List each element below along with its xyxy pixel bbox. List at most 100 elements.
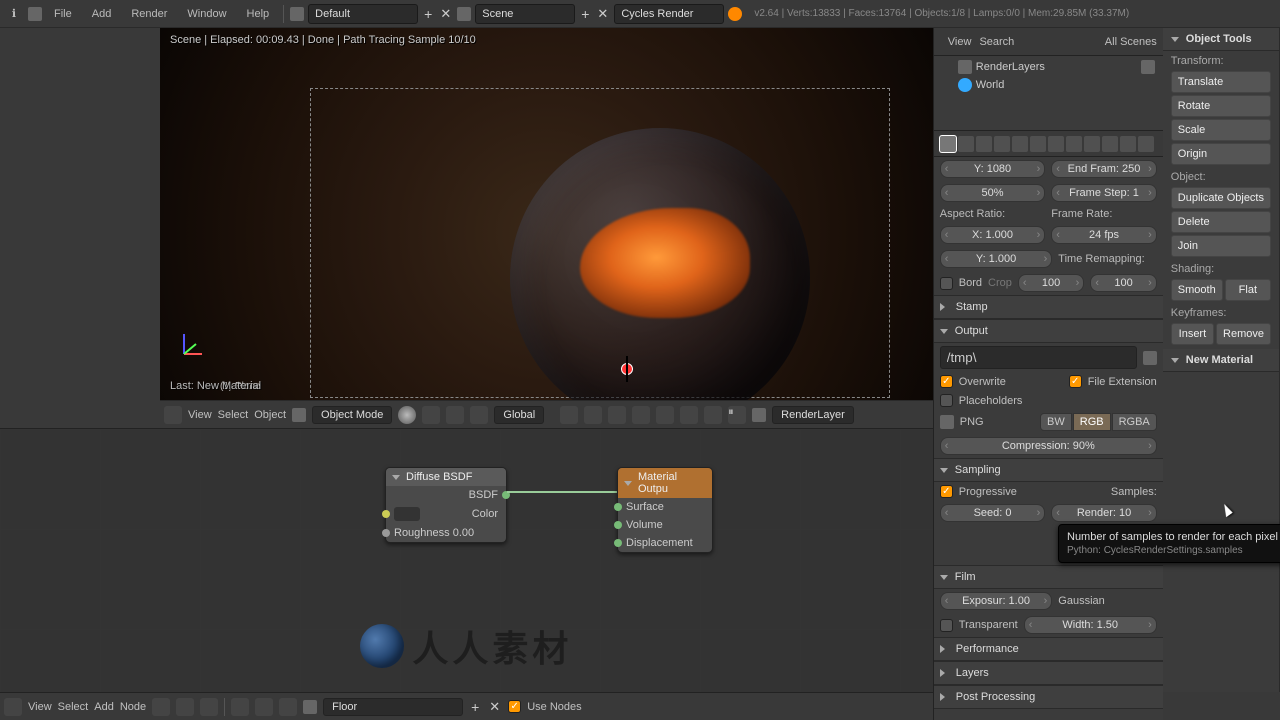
scene-icon[interactable] <box>457 7 471 21</box>
stamp-header[interactable]: Stamp <box>934 295 1163 319</box>
tab-data[interactable] <box>1066 136 1082 152</box>
pivot-icon[interactable] <box>422 406 440 424</box>
flat-button[interactable]: Flat <box>1225 279 1271 301</box>
exposure-field[interactable]: Exposur: 1.00 <box>940 592 1053 610</box>
restrict-icon[interactable] <box>1141 60 1155 74</box>
ne-add-menu[interactable]: Add <box>94 701 114 713</box>
fps-field[interactable]: 24 fps <box>1051 226 1157 244</box>
ne-view-menu[interactable]: View <box>28 701 52 713</box>
tab-layers[interactable] <box>958 136 974 152</box>
screen-layout-icon[interactable] <box>290 7 304 21</box>
origin-button[interactable]: Origin <box>1171 143 1271 165</box>
menu-render[interactable]: Render <box>123 4 175 24</box>
snap-icon[interactable] <box>608 406 626 424</box>
outliner-item-world[interactable]: World <box>940 76 1157 94</box>
filter-width-field[interactable]: Width: 1.50 <box>1024 616 1157 634</box>
insert-keyframe-button[interactable]: Insert <box>1171 323 1214 345</box>
outliner-filter[interactable]: All Scenes <box>1105 36 1157 48</box>
ne-object-icon[interactable] <box>231 698 249 716</box>
render-preview-icon[interactable] <box>680 406 698 424</box>
vp-object-menu[interactable]: Object <box>254 409 286 421</box>
tab-physics[interactable] <box>1138 136 1154 152</box>
material-add[interactable]: + <box>469 699 481 715</box>
rotate-button[interactable]: Rotate <box>1171 95 1271 117</box>
node-output-volume[interactable]: Volume <box>618 516 712 534</box>
sampling-header[interactable]: Sampling <box>934 458 1163 482</box>
scene-select[interactable]: Scene <box>475 4 575 24</box>
layers-2[interactable] <box>584 406 602 424</box>
folder-icon[interactable] <box>1143 351 1157 365</box>
progressive-checkbox[interactable] <box>940 485 953 498</box>
compression-field[interactable]: Compression: 90% <box>940 437 1157 455</box>
tab-object[interactable] <box>1012 136 1028 152</box>
ne-tex-icon[interactable] <box>200 698 218 716</box>
ne-lamp-icon[interactable] <box>279 698 297 716</box>
renderlayer-select[interactable]: RenderLayer <box>772 406 854 424</box>
proportional-icon[interactable] <box>656 406 674 424</box>
file-ext-checkbox[interactable] <box>1069 375 1082 388</box>
render-samples-field[interactable]: Render: 10 <box>1051 504 1157 522</box>
translate-button[interactable]: Translate <box>1171 71 1271 93</box>
menu-window[interactable]: Window <box>179 4 234 24</box>
outliner-view[interactable]: View <box>948 36 972 48</box>
output-path-field[interactable] <box>940 346 1137 369</box>
render-engine-select[interactable]: Cycles Render <box>614 4 724 24</box>
vp-select-menu[interactable]: Select <box>218 409 249 421</box>
frame-step-field[interactable]: Frame Step: 1 <box>1051 184 1157 202</box>
seed-field[interactable]: Seed: 0 <box>940 504 1046 522</box>
orientation-icon[interactable] <box>470 406 488 424</box>
vp-view-menu[interactable]: View <box>188 409 212 421</box>
node-output-header[interactable]: Material Outpu <box>618 468 712 498</box>
node-diffuse-bsdf[interactable]: Diffuse BSDF BSDF Color Roughness 0.00 <box>385 467 507 543</box>
join-button[interactable]: Join <box>1171 235 1271 257</box>
layers-header[interactable]: Layers <box>934 661 1163 685</box>
layout-delete[interactable]: ✕ <box>438 6 453 22</box>
layout-select[interactable]: Default <box>308 4 418 24</box>
menu-help[interactable]: Help <box>239 4 278 24</box>
menu-add[interactable]: Add <box>84 4 120 24</box>
3d-viewport[interactable]: Scene | Elapsed: 00:09.43 | Done | Path … <box>160 28 933 400</box>
tab-constraints[interactable] <box>1030 136 1046 152</box>
manipulator-icon[interactable] <box>446 406 464 424</box>
delete-button[interactable]: Delete <box>1171 211 1271 233</box>
node-output-surface[interactable]: Surface <box>618 498 712 516</box>
tab-world[interactable] <box>994 136 1010 152</box>
orientation-select[interactable]: Global <box>494 406 544 424</box>
node-editor[interactable]: Diffuse BSDF BSDF Color Roughness 0.00 M… <box>0 428 933 692</box>
editor-type-icon[interactable]: ℹ <box>4 4 24 24</box>
tab-modifiers[interactable] <box>1048 136 1064 152</box>
snap-target-icon[interactable] <box>632 406 650 424</box>
menu-file[interactable]: File <box>46 4 80 24</box>
remap-new-field[interactable]: 100 <box>1090 274 1156 292</box>
res-pct-field[interactable]: 50% <box>940 184 1046 202</box>
remove-keyframe-button[interactable]: Remove <box>1216 323 1271 345</box>
mode-select[interactable]: Object Mode <box>312 406 392 424</box>
scene-delete[interactable]: ✕ <box>595 6 610 22</box>
aspect-y-field[interactable]: Y: 1.000 <box>940 250 1053 268</box>
node-diffuse-roughness[interactable]: Roughness 0.00 <box>386 524 506 542</box>
scale-button[interactable]: Scale <box>1171 119 1271 141</box>
placeholders-checkbox[interactable] <box>940 394 953 407</box>
ne-node-menu[interactable]: Node <box>120 701 146 713</box>
transparent-checkbox[interactable] <box>940 619 953 632</box>
tab-texture[interactable] <box>1102 136 1118 152</box>
border-checkbox[interactable] <box>940 277 953 290</box>
layout-add[interactable]: + <box>422 6 434 22</box>
rgba-button[interactable]: RGBA <box>1112 413 1157 431</box>
render-anim-icon[interactable] <box>704 406 722 424</box>
performance-header[interactable]: Performance <box>934 637 1163 661</box>
node-diffuse-header[interactable]: Diffuse BSDF <box>386 468 506 486</box>
outliner-search[interactable]: Search <box>979 36 1014 48</box>
format-select[interactable]: PNG <box>960 416 1034 428</box>
ne-comp-icon[interactable] <box>176 698 194 716</box>
smooth-button[interactable]: Smooth <box>1171 279 1223 301</box>
node-material-output[interactable]: Material Outpu Surface Volume Displaceme… <box>617 467 713 553</box>
tab-particles[interactable] <box>1120 136 1136 152</box>
outliner-item-renderlayers[interactable]: RenderLayers <box>940 58 1157 76</box>
output-header[interactable]: Output <box>934 319 1163 343</box>
material-select[interactable]: Floor <box>323 698 463 716</box>
duplicate-button[interactable]: Duplicate Objects <box>1171 187 1271 209</box>
material-delete[interactable]: ✕ <box>487 699 502 715</box>
outliner[interactable]: RenderLayers World <box>934 56 1163 131</box>
remap-old-field[interactable]: 100 <box>1018 274 1084 292</box>
